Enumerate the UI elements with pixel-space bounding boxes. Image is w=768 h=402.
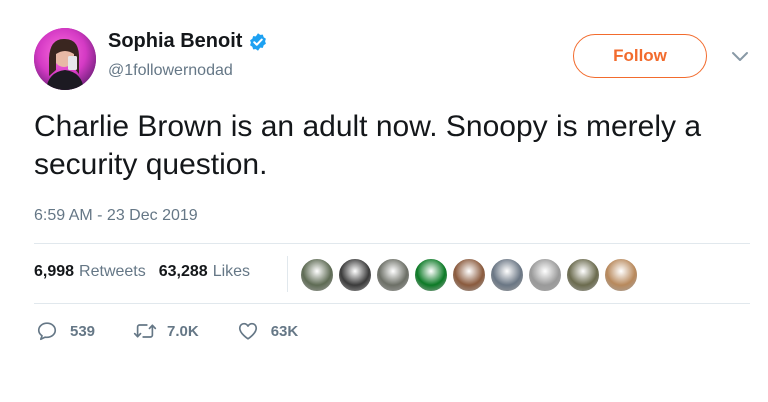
- liker-avatar[interactable]: [528, 258, 562, 292]
- divider: [34, 243, 750, 244]
- liker-avatar[interactable]: [566, 258, 600, 292]
- retweet-action-count: 7.0K: [167, 322, 199, 340]
- reply-count: 539: [70, 322, 96, 340]
- retweet-count: 6,998: [34, 263, 75, 280]
- tweet-card: Sophia Benoit @1followernodad Follow Cha…: [0, 0, 768, 402]
- tweet-text: Charlie Brown is an adult now. Snoopy is…: [34, 110, 702, 181]
- user-handle[interactable]: @1followernodad: [108, 62, 233, 80]
- retweet-stat[interactable]: 6,998 Retweets: [34, 263, 146, 281]
- liker-avatar[interactable]: [490, 258, 524, 292]
- liker-avatar[interactable]: [376, 258, 410, 292]
- like-count: 63,288: [158, 263, 208, 280]
- tweet-timestamp[interactable]: 6:59 AM - 23 Dec 2019: [34, 207, 198, 225]
- like-action-count: 63K: [270, 322, 299, 340]
- reply-icon: [37, 322, 57, 341]
- reply-button[interactable]: 539: [36, 320, 95, 342]
- profile-photo: [34, 28, 96, 90]
- tweet-stats: 6,998 Retweets 63,288 Likes: [34, 263, 250, 281]
- retweet-icon: [133, 324, 157, 338]
- liker-avatar[interactable]: [300, 258, 334, 292]
- like-button[interactable]: 63K: [237, 320, 299, 342]
- avatar[interactable]: [34, 28, 96, 90]
- follow-button[interactable]: Follow: [573, 34, 707, 78]
- like-label: Likes: [212, 263, 251, 280]
- stats-divider: [287, 256, 288, 292]
- liker-avatar[interactable]: [414, 258, 448, 292]
- retweet-label: Retweets: [79, 263, 146, 280]
- like-stat[interactable]: 63,288 Likes: [159, 263, 250, 281]
- action-bar: 539 7.0K 63K: [36, 320, 298, 342]
- retweet-button[interactable]: 7.0K: [133, 320, 199, 342]
- liker-avatar[interactable]: [604, 258, 638, 292]
- chevron-down-icon[interactable]: [730, 50, 750, 64]
- display-name-text: Sophia Benoit: [108, 30, 243, 52]
- liker-avatar[interactable]: [338, 258, 372, 292]
- heart-icon: [238, 322, 257, 340]
- liker-avatar[interactable]: [452, 258, 486, 292]
- display-name[interactable]: Sophia Benoit: [108, 30, 268, 53]
- verified-badge-icon: [250, 32, 267, 51]
- liker-avatars: [300, 258, 642, 292]
- divider: [34, 303, 750, 304]
